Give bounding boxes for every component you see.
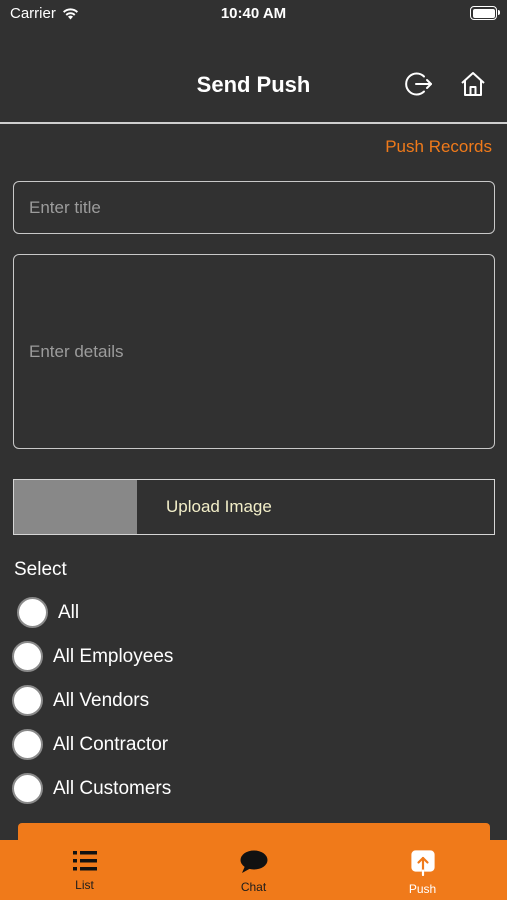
chat-bubble-icon: [240, 850, 267, 873]
logout-icon: [405, 72, 432, 96]
radio-button[interactable]: [12, 641, 43, 672]
logout-button[interactable]: [402, 67, 436, 101]
select-label: Select: [14, 559, 67, 580]
upload-image-label: Upload Image: [166, 497, 272, 516]
upload-icon: [410, 850, 435, 876]
list-icon: [72, 851, 97, 871]
home-button[interactable]: [456, 67, 490, 101]
image-preview: [14, 480, 137, 534]
push-records-link[interactable]: Push Records: [385, 137, 492, 157]
radio-option-all-customers[interactable]: All Customers: [12, 773, 171, 804]
tab-push-label: Push: [408, 882, 437, 896]
title-placeholder: Enter title: [29, 197, 101, 217]
radio-label: All Employees: [53, 645, 174, 667]
home-icon: [461, 72, 485, 96]
radio-label: All Vendors: [53, 689, 150, 711]
navigation-bar: Send Push: [0, 55, 507, 115]
tab-list[interactable]: List: [0, 840, 169, 900]
tab-chat[interactable]: Chat: [169, 840, 338, 900]
radio-option-all[interactable]: All: [17, 597, 79, 628]
radio-label: All Customers: [53, 777, 172, 799]
radio-button[interactable]: [12, 729, 43, 760]
radio-option-all-vendors[interactable]: All Vendors: [12, 685, 149, 716]
details-textarea[interactable]: Enter details: [13, 254, 495, 449]
header-divider: [0, 122, 507, 124]
radio-button[interactable]: [17, 597, 48, 628]
details-placeholder: Enter details: [29, 341, 124, 361]
radio-option-all-contractor[interactable]: All Contractor: [12, 729, 168, 760]
radio-button[interactable]: [12, 685, 43, 716]
tab-push[interactable]: Push: [338, 840, 507, 900]
status-bar: Carrier 10:40 AM: [0, 0, 507, 30]
radio-label: All Contractor: [53, 733, 169, 755]
tab-list-label: List: [75, 878, 94, 892]
status-time: 10:40 AM: [220, 5, 287, 22]
radio-button[interactable]: [12, 773, 43, 804]
radio-option-all-employees[interactable]: All Employees: [12, 641, 173, 672]
tab-chat-label: Chat: [240, 880, 267, 894]
upload-image-button[interactable]: Upload Image: [13, 479, 495, 535]
radio-label: All: [58, 601, 80, 623]
title-input[interactable]: Enter title: [13, 181, 495, 234]
battery-icon: [470, 6, 500, 20]
tab-bar: List Chat Push: [0, 840, 507, 900]
